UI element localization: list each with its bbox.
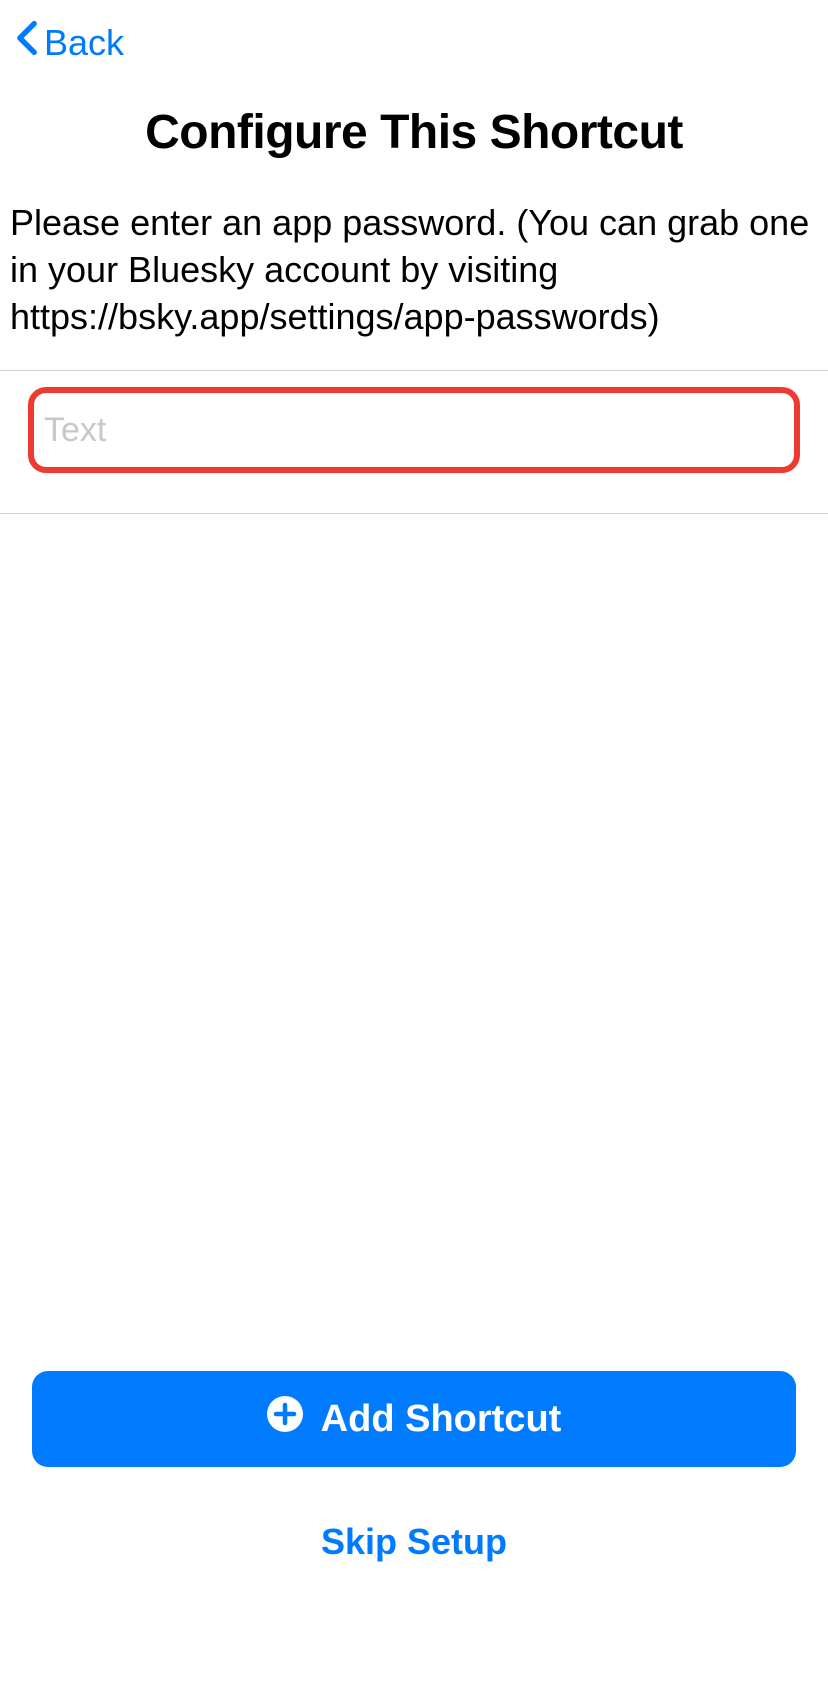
add-shortcut-button[interactable]: Add Shortcut <box>32 1371 796 1467</box>
skip-setup-button[interactable]: Skip Setup <box>32 1521 796 1563</box>
input-section <box>0 370 828 514</box>
plus-circle-icon <box>267 1396 303 1442</box>
input-highlight <box>28 387 800 473</box>
app-password-input[interactable] <box>44 411 784 450</box>
chevron-left-icon <box>16 20 38 65</box>
back-button[interactable]: Back <box>16 20 124 65</box>
description-text: Please enter an app password. (You can g… <box>0 200 828 370</box>
page-title: Configure This Shortcut <box>0 105 828 160</box>
add-shortcut-label: Add Shortcut <box>321 1398 562 1441</box>
back-label: Back <box>44 22 124 64</box>
